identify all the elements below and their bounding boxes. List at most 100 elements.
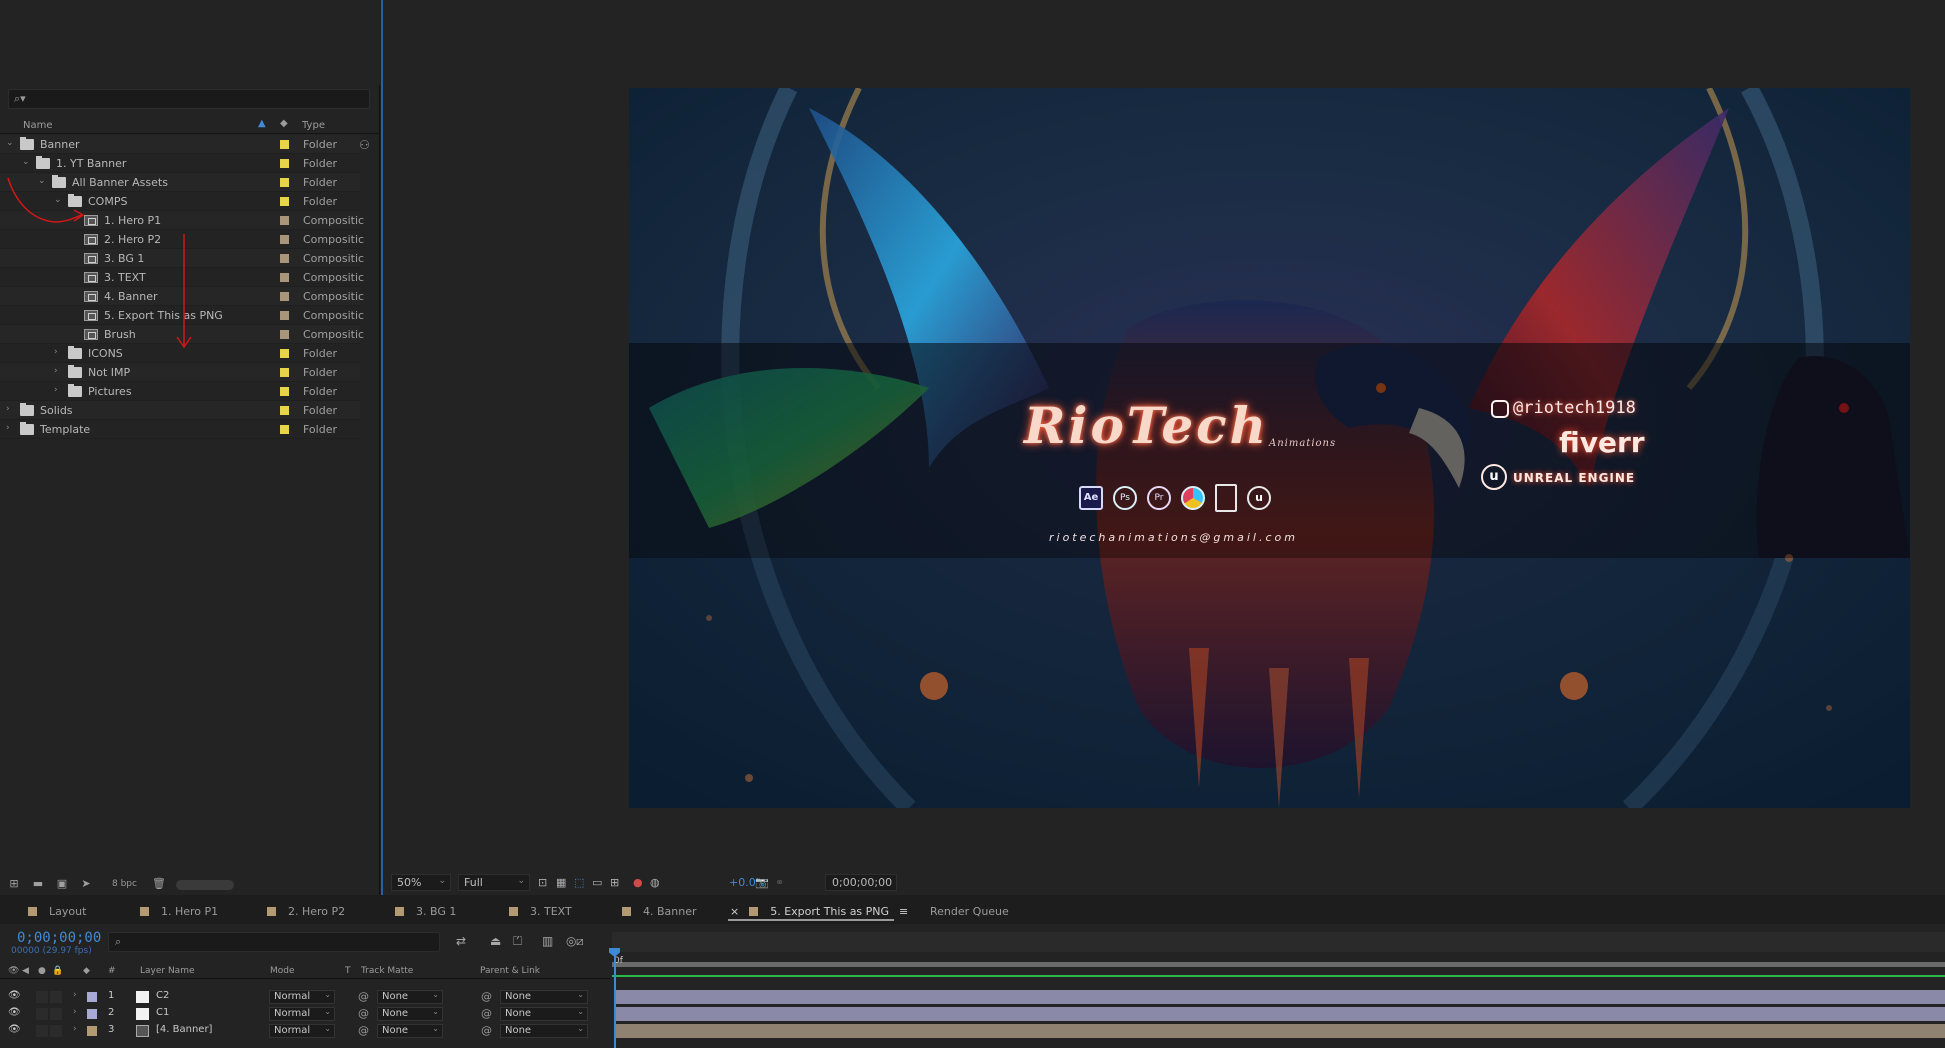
region-of-interest-icon[interactable]: ⊡ bbox=[538, 876, 547, 889]
parent-dropdown[interactable]: None ⌄ bbox=[500, 1024, 588, 1038]
tab-layout[interactable]: Layout bbox=[28, 905, 86, 918]
send-to-render-icon[interactable]: ➤ bbox=[78, 877, 94, 891]
label-color-swatch[interactable] bbox=[280, 235, 289, 244]
draft-3d-icon[interactable]: ⏏ bbox=[490, 934, 501, 948]
chevron-down-icon[interactable]: ⌄ bbox=[6, 138, 14, 148]
chevron-right-icon[interactable]: › bbox=[73, 1007, 77, 1017]
layer-row[interactable]: 👁 › 3 [4. Banner] Normal ⌄ @ None ⌄ @ None ⌄ bbox=[0, 1023, 610, 1039]
layer-label-swatch[interactable] bbox=[87, 1009, 97, 1019]
label-color-swatch[interactable] bbox=[280, 216, 289, 225]
transparency-grid-icon[interactable]: ▦ bbox=[556, 876, 566, 889]
close-icon[interactable]: × bbox=[730, 905, 739, 918]
parent-pickwhip-icon[interactable]: @ bbox=[481, 1007, 492, 1020]
chevron-right-icon[interactable]: › bbox=[73, 990, 77, 1000]
tab-bg-1[interactable]: 3. BG 1 bbox=[395, 905, 456, 918]
solo-toggle[interactable] bbox=[36, 991, 48, 1003]
tab-export-png[interactable]: × 5. Export This as PNG ≡ bbox=[730, 905, 908, 918]
work-area-bar[interactable] bbox=[612, 962, 1945, 967]
lock-toggle[interactable] bbox=[50, 1025, 62, 1037]
pickwhip-icon[interactable]: @ bbox=[358, 990, 369, 1003]
eye-icon[interactable]: 👁 bbox=[8, 990, 21, 1001]
label-color-swatch[interactable] bbox=[280, 273, 289, 282]
chevron-right-icon[interactable]: › bbox=[54, 385, 58, 395]
safe-margins-icon[interactable]: ▭ bbox=[592, 876, 602, 889]
lock-toggle[interactable] bbox=[50, 1008, 62, 1020]
comp-mini-flowchart-icon[interactable]: ⇄ bbox=[456, 934, 466, 948]
label-color-swatch[interactable] bbox=[280, 254, 289, 263]
label-column-icon[interactable]: ◆ bbox=[280, 118, 288, 129]
motion-blur-icon[interactable]: ◎ bbox=[566, 934, 576, 948]
track-matte-header[interactable]: Track Matte bbox=[361, 966, 413, 976]
sort-ascending-icon[interactable]: ▲ bbox=[258, 118, 266, 129]
track-matte-dropdown[interactable]: None ⌄ bbox=[377, 990, 443, 1004]
blend-mode-dropdown[interactable]: Normal ⌄ bbox=[269, 1024, 335, 1038]
project-folder-row[interactable]: › Pictures Folder bbox=[0, 382, 360, 401]
trash-icon[interactable]: 🗑 bbox=[151, 877, 167, 891]
chevron-right-icon[interactable]: › bbox=[6, 423, 10, 433]
project-folder-row[interactable]: › Template Folder bbox=[0, 420, 360, 439]
label-column-icon[interactable]: ◆ bbox=[83, 966, 90, 976]
chevron-right-icon[interactable]: › bbox=[6, 404, 10, 414]
tab-render-queue[interactable]: Render Queue bbox=[930, 905, 1009, 918]
layer-number-header[interactable]: # bbox=[108, 966, 116, 976]
solo-column-icon[interactable]: ● bbox=[38, 966, 46, 976]
eye-icon[interactable]: 👁 bbox=[8, 1024, 21, 1035]
color-management-icon[interactable]: ◍ bbox=[650, 876, 660, 889]
layer-label-swatch[interactable] bbox=[87, 992, 97, 1002]
layer-label-swatch[interactable] bbox=[87, 1026, 97, 1036]
tab-hero-p1[interactable]: 1. Hero P1 bbox=[140, 905, 218, 918]
track-matte-dropdown[interactable]: None ⌄ bbox=[377, 1007, 443, 1021]
label-color-swatch[interactable] bbox=[280, 159, 289, 168]
label-color-swatch[interactable] bbox=[280, 330, 289, 339]
frame-blending-icon[interactable]: ▥ bbox=[542, 934, 553, 948]
tab-banner[interactable]: 4. Banner bbox=[622, 905, 697, 918]
audio-column-icon[interactable]: ◀ bbox=[22, 966, 29, 976]
visibility-column-icon[interactable]: 👁 bbox=[8, 966, 19, 976]
parent-pickwhip-icon[interactable]: @ bbox=[481, 1024, 492, 1037]
layer-name-header[interactable]: Layer Name bbox=[140, 966, 195, 976]
parent-dropdown[interactable]: None ⌄ bbox=[500, 1007, 588, 1021]
graph-editor-icon[interactable]: ⧄ bbox=[576, 934, 584, 949]
lock-column-icon[interactable]: 🔒 bbox=[52, 966, 63, 976]
bit-depth-label[interactable]: 8 bpc bbox=[112, 879, 137, 889]
label-color-swatch[interactable] bbox=[280, 311, 289, 320]
pickwhip-icon[interactable]: @ bbox=[358, 1024, 369, 1037]
eye-icon[interactable]: 👁 bbox=[8, 1007, 21, 1018]
tab-hero-p2[interactable]: 2. Hero P2 bbox=[267, 905, 345, 918]
project-folder-row[interactable]: ⌄ Banner Folder bbox=[0, 135, 360, 154]
label-color-swatch[interactable] bbox=[280, 387, 289, 396]
layer-name[interactable]: [4. Banner] bbox=[156, 1024, 212, 1035]
mask-visibility-icon[interactable]: ⬚ bbox=[574, 876, 584, 889]
solo-toggle[interactable] bbox=[36, 1008, 48, 1020]
column-type-header[interactable]: Type bbox=[302, 120, 325, 131]
parent-pickwhip-icon[interactable]: @ bbox=[481, 990, 492, 1003]
chevron-right-icon[interactable]: › bbox=[73, 1024, 77, 1034]
project-folder-row[interactable]: › Solids Folder bbox=[0, 401, 360, 420]
interpret-footage-icon[interactable]: ⊞ bbox=[6, 877, 22, 891]
lock-toggle[interactable] bbox=[50, 991, 62, 1003]
show-snapshot-icon[interactable]: ⚭ bbox=[775, 876, 784, 889]
channel-icon[interactable]: ● bbox=[633, 876, 643, 889]
layer-duration-bar[interactable] bbox=[616, 1007, 1945, 1021]
grid-guides-icon[interactable]: ⊞ bbox=[610, 876, 619, 889]
layer-name[interactable]: C1 bbox=[156, 1007, 169, 1018]
tab-text[interactable]: 3. TEXT bbox=[509, 905, 572, 918]
track-matte-dropdown[interactable]: None ⌄ bbox=[377, 1024, 443, 1038]
project-folder-row[interactable]: › Not IMP Folder bbox=[0, 363, 360, 382]
exposure-value[interactable]: +0.0 bbox=[729, 876, 756, 889]
layer-duration-bar[interactable] bbox=[616, 1024, 1945, 1038]
chevron-down-icon[interactable]: ⌄ bbox=[22, 157, 30, 167]
composition-canvas[interactable]: RioTech Animations Ae Ps Pr u riotechani… bbox=[629, 88, 1910, 808]
solo-toggle[interactable] bbox=[36, 1025, 48, 1037]
label-color-swatch[interactable] bbox=[280, 368, 289, 377]
label-color-swatch[interactable] bbox=[280, 406, 289, 415]
tab-menu-icon[interactable]: ≡ bbox=[899, 905, 908, 918]
parent-dropdown[interactable]: None ⌄ bbox=[500, 990, 588, 1004]
new-comp-icon[interactable]: ▣ bbox=[54, 877, 70, 891]
column-name-header[interactable]: Name bbox=[23, 120, 53, 131]
playhead[interactable] bbox=[614, 952, 616, 1048]
pickwhip-icon[interactable]: @ bbox=[358, 1007, 369, 1020]
thumbnail-size-slider[interactable] bbox=[176, 880, 234, 890]
layer-duration-bar[interactable] bbox=[616, 990, 1945, 1004]
label-color-swatch[interactable] bbox=[280, 178, 289, 187]
